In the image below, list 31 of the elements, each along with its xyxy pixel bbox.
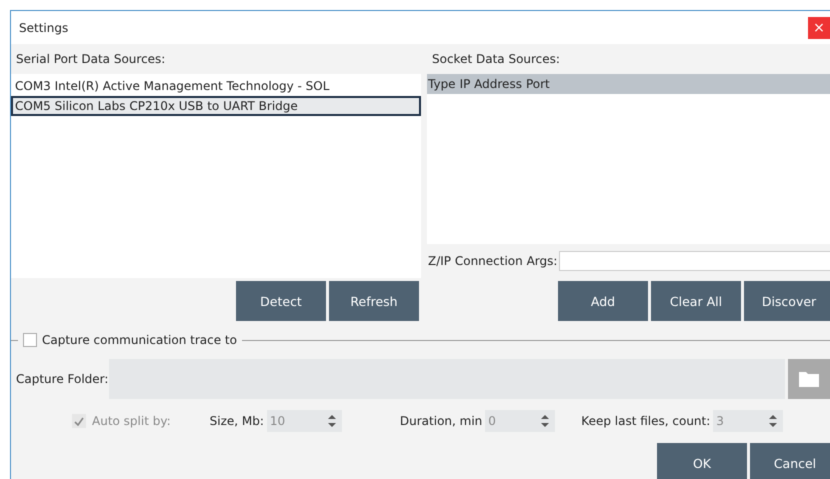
field-label: Z/IP Connection Args:	[428, 254, 558, 268]
null[interactable]: Refresh	[329, 281, 419, 321]
spin-arrows-icon[interactable]	[769, 414, 778, 428]
checkmark-icon	[74, 416, 84, 426]
null[interactable]: Detect	[236, 281, 326, 321]
window-title: Settings	[18, 20, 68, 34]
checkbox[interactable]	[23, 333, 37, 347]
section-label: Socket Data Sources:	[431, 51, 561, 68]
null[interactable]: Clear All	[651, 281, 741, 321]
folder-icon	[798, 370, 820, 388]
checkbox-label: Capture communication trace to	[42, 333, 237, 347]
null[interactable]: Discover	[744, 281, 830, 321]
checkbox-label: Auto split by:	[92, 414, 171, 428]
field-label: Duration, min	[400, 414, 482, 428]
browse-folder-button[interactable]	[788, 359, 830, 399]
spin-arrows-icon[interactable]	[328, 414, 336, 428]
connection-args-field[interactable]	[559, 251, 830, 271]
column-header[interactable]: Port	[524, 74, 551, 94]
column-header[interactable]: IP Address	[458, 74, 523, 94]
null[interactable]: Add	[558, 281, 648, 321]
field-label: Keep last files, count:	[581, 414, 710, 428]
close-button[interactable]: ×	[808, 16, 830, 38]
field-label: Size, Mb:	[210, 414, 264, 428]
list-item[interactable]: COM3 Intel(R) Active Management Technology - SOL	[11, 76, 421, 96]
spin-arrows-icon[interactable]	[541, 414, 550, 428]
column-header[interactable]: Type	[427, 74, 457, 94]
null[interactable]: Cancel	[750, 443, 830, 479]
null[interactable]: OK	[657, 443, 747, 479]
field-label: Capture Folder:	[15, 372, 109, 386]
section-label: Serial Port Data Sources:	[15, 51, 166, 68]
list-item[interactable]: COM5 Silicon Labs CP210x USB to UART Bridge	[11, 96, 421, 116]
